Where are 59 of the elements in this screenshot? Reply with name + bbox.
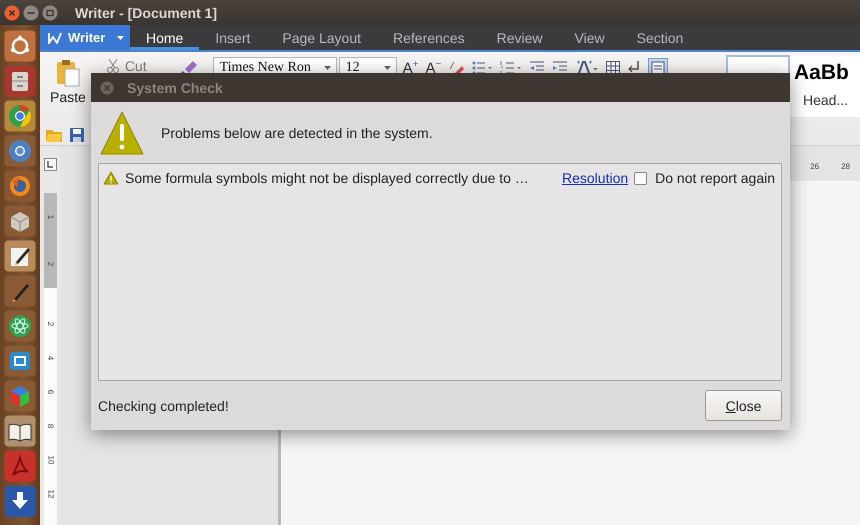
warning-icon xyxy=(100,111,144,155)
ruler-label: 6 xyxy=(46,390,54,394)
globe-icon[interactable] xyxy=(4,135,36,167)
ruler-label: 28 xyxy=(841,162,850,170)
menu-tab[interactable]: Page Layout xyxy=(266,25,377,50)
box-icon[interactable] xyxy=(4,205,36,237)
status-text: Checking completed! xyxy=(98,398,229,414)
menu-tab[interactable]: Section xyxy=(620,25,700,50)
close-icon[interactable] xyxy=(4,4,20,20)
problem-text: Some formula symbols might not be displayed correctly due to … xyxy=(125,170,530,186)
dialog-title: System Check xyxy=(127,80,223,96)
menu-tab[interactable]: Insert xyxy=(199,25,266,50)
book-icon[interactable] xyxy=(4,415,36,447)
window-title: Writer - [Document 1] xyxy=(75,4,218,20)
close-button[interactable]: Close xyxy=(705,390,782,421)
logo-icon xyxy=(48,32,62,44)
scissors-icon xyxy=(106,58,120,74)
drawer-icon[interactable] xyxy=(4,65,36,97)
ring-icon[interactable] xyxy=(4,30,36,62)
window-icon[interactable] xyxy=(4,345,36,377)
flame-icon[interactable] xyxy=(4,170,36,202)
caret-icon xyxy=(324,66,331,70)
style-preview[interactable]: AaBb Head... xyxy=(790,55,860,117)
caret-icon xyxy=(117,36,124,40)
ruler-label: 26 xyxy=(810,162,820,170)
ruler-label: 4 xyxy=(46,356,54,360)
numbered-list-icon[interactable] xyxy=(500,60,522,76)
clipboard-icon xyxy=(56,59,80,87)
ruler-label: 10 xyxy=(46,456,54,464)
caret-icon xyxy=(384,66,391,70)
ruler-label: 12 xyxy=(46,490,54,498)
atom-icon[interactable] xyxy=(4,310,36,342)
cube-icon[interactable] xyxy=(4,380,36,412)
ruler-label: 2 xyxy=(46,262,54,266)
globe-icon[interactable] xyxy=(4,100,36,132)
ruler-label: 8 xyxy=(46,424,54,428)
menu-tab[interactable]: View xyxy=(558,25,621,50)
save-icon[interactable] xyxy=(70,128,84,142)
ruler-label: 2 xyxy=(46,322,54,326)
minimize-icon[interactable] xyxy=(23,4,39,20)
pen-paper-icon[interactable] xyxy=(4,240,36,272)
tab-stop-icon[interactable] xyxy=(44,158,56,171)
maximize-icon[interactable] xyxy=(42,4,58,20)
menu-tab[interactable]: Home xyxy=(130,25,200,50)
resolution-link[interactable]: Resolution xyxy=(562,170,628,186)
app-menu-button[interactable]: Writer xyxy=(40,25,130,50)
shrink-font-button[interactable]: A$^{−}$ xyxy=(425,59,442,77)
warning-icon xyxy=(103,171,119,185)
menu-tab[interactable]: Review xyxy=(480,25,558,50)
menu-tab[interactable]: References xyxy=(377,25,481,50)
checkbox-label: Do not report again xyxy=(655,170,775,186)
ruler-label: 1 xyxy=(46,214,54,219)
grow-font-button[interactable]: A$^{+}$ xyxy=(402,59,418,77)
dialog-message: Problems below are detected in the system. xyxy=(161,125,433,141)
download-icon[interactable] xyxy=(4,485,36,517)
bullet-list-icon[interactable] xyxy=(471,60,494,76)
checkbox[interactable] xyxy=(634,172,648,184)
table-icon[interactable] xyxy=(606,61,620,75)
paste-button[interactable]: Paste xyxy=(46,57,90,107)
